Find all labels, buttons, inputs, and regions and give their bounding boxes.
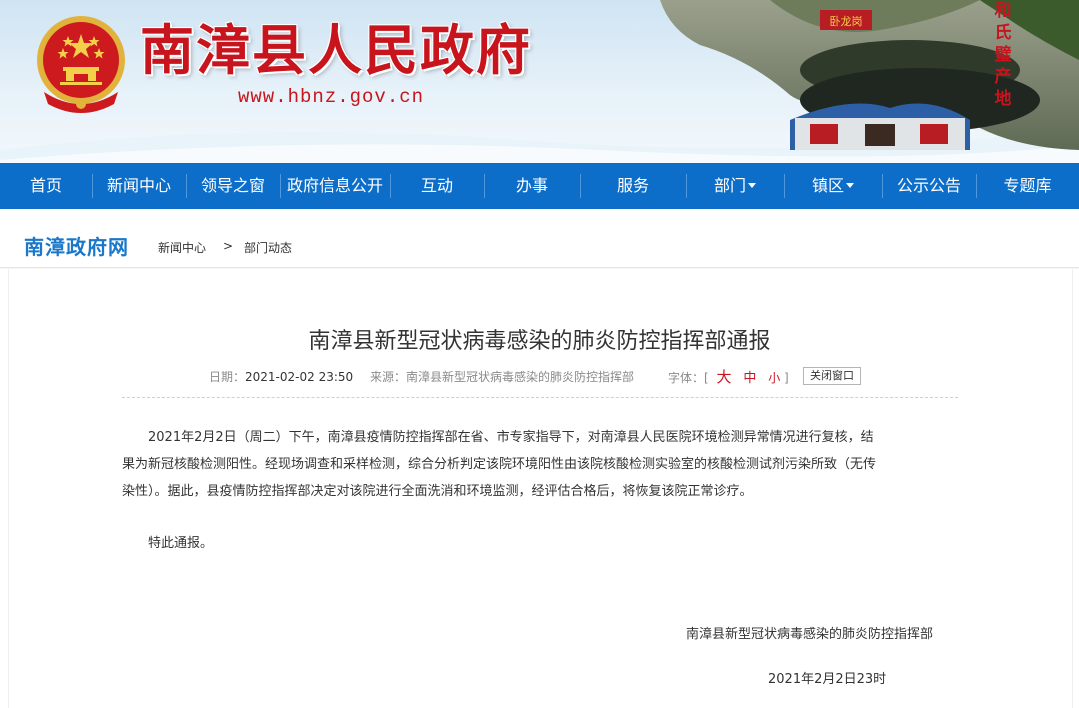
font-label: 字体：[ bbox=[668, 371, 709, 385]
article-date: 日期：2021-02-02 23:50 bbox=[209, 368, 353, 385]
font-bracket-close: ] bbox=[784, 371, 789, 385]
site-logo-text[interactable]: 南漳政府网 bbox=[24, 231, 129, 260]
temple-sign: 卧龙岗 bbox=[830, 15, 863, 28]
chevron-down-icon bbox=[846, 182, 854, 188]
nav-home[interactable]: 首页 bbox=[0, 163, 92, 209]
breadcrumb: 南漳政府网 新闻中心 > 部门动态 bbox=[0, 209, 1079, 268]
paragraph-line: 2021年2月2日（周二）下午，南漳县疫情防控指挥部在省、市专家指导下，对南漳县… bbox=[148, 430, 874, 445]
article-signature: 南漳县新型冠状病毒感染的肺炎防控指挥部 bbox=[686, 627, 934, 642]
font-large-button[interactable]: 大 bbox=[717, 368, 732, 386]
nav-gov-info[interactable]: 政府信息公开 bbox=[280, 163, 390, 209]
breadcrumb-dept-news[interactable]: 部门动态 bbox=[244, 239, 292, 256]
poem-char: 和 bbox=[994, 1, 1012, 21]
site-header: 南漳县人民政府 www.hbnz.gov.cn 卧龙岗 和 氏 璧 产 地 bbox=[0, 0, 1079, 163]
breadcrumb-bar: 南漳政府网 新闻中心 > 部门动态 bbox=[0, 209, 1079, 269]
header-poem: 和 氏 璧 产 地 bbox=[990, 0, 1016, 110]
nav-affairs[interactable]: 办事 bbox=[484, 163, 580, 209]
title-divider bbox=[122, 397, 958, 398]
article-paragraph-1: 2021年2月2日（周二）下午，南漳县疫情防控指挥部在省、市专家指导下，对南漳县… bbox=[122, 424, 958, 505]
nav-towns[interactable]: 镇区 bbox=[784, 163, 882, 209]
poem-char: 产 bbox=[994, 67, 1012, 87]
close-window-button[interactable]: 关闭窗口 bbox=[803, 367, 861, 385]
font-size-switcher: 字体：[ 大 中 小 ] bbox=[668, 366, 789, 387]
nav-topics[interactable]: 专题库 bbox=[976, 163, 1079, 209]
source-value: 南漳县新型冠状病毒感染的肺炎防控指挥部 bbox=[406, 370, 635, 384]
poem-char: 璧 bbox=[994, 45, 1012, 65]
poem-char: 地 bbox=[994, 89, 1012, 109]
breadcrumb-news-center[interactable]: 新闻中心 bbox=[158, 239, 206, 256]
paragraph-line: 果为新冠核酸检测阳性。经现场调查和采样检测，综合分析判定该院环境阳性由该院核酸检… bbox=[122, 457, 877, 472]
site-title: 南漳县人民政府 bbox=[140, 18, 532, 82]
chevron-down-icon bbox=[748, 182, 756, 188]
nav-leaders[interactable]: 领导之窗 bbox=[186, 163, 280, 209]
paragraph-line: 染性）。据此，县疫情防控指挥部决定对该院进行全面洗消和环境监测，经评估合格后，将… bbox=[122, 484, 753, 499]
breadcrumb-separator: > bbox=[223, 239, 234, 253]
article-source: 来源：南漳县新型冠状病毒感染的肺炎防控指挥部 bbox=[370, 368, 634, 385]
nav-news-center[interactable]: 新闻中心 bbox=[92, 163, 186, 209]
poem-char: 氏 bbox=[994, 23, 1012, 43]
date-label: 日期： bbox=[209, 370, 246, 384]
article-paragraph-2: 特此通报。 bbox=[148, 536, 214, 551]
nav-departments[interactable]: 部门 bbox=[686, 163, 784, 209]
font-small-button[interactable]: 小 bbox=[768, 371, 780, 385]
nav-towns-label: 镇区 bbox=[811, 176, 844, 195]
nav-interaction[interactable]: 互动 bbox=[390, 163, 484, 209]
nav-departments-label: 部门 bbox=[713, 176, 746, 195]
national-emblem-icon bbox=[37, 16, 125, 113]
main-nav: 首页 新闻中心 领导之窗 政府信息公开 互动 办事 服务 部门 镇区 公示公告 … bbox=[0, 163, 1079, 209]
font-medium-button[interactable]: 中 bbox=[743, 371, 756, 386]
date-value: 2021-02-02 23:50 bbox=[245, 370, 354, 384]
article-sign-date: 2021年2月2日23时 bbox=[768, 672, 887, 687]
source-label: 来源： bbox=[370, 370, 407, 384]
nav-notices[interactable]: 公示公告 bbox=[882, 163, 976, 209]
site-url: www.hbnz.gov.cn bbox=[238, 86, 425, 108]
nav-services[interactable]: 服务 bbox=[580, 163, 686, 209]
article-title: 南漳县新型冠状病毒感染的肺炎防控指挥部通报 bbox=[308, 329, 771, 354]
